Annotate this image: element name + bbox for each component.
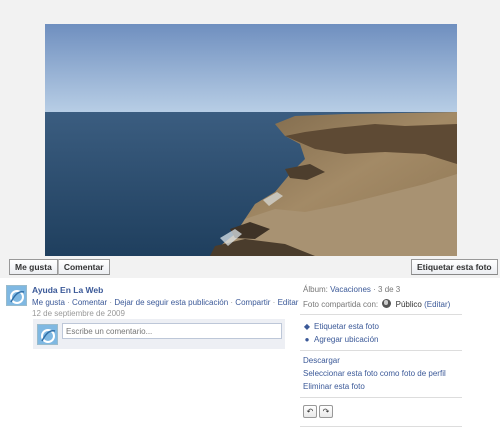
post-comment-link[interactable]: Comentar	[72, 298, 107, 307]
separator: ·	[67, 298, 70, 307]
divider	[300, 397, 462, 398]
author-avatar[interactable]	[6, 285, 27, 306]
like-button[interactable]: Me gusta	[9, 259, 58, 275]
album-line: Álbum: Vacaciones · 3 de 3	[303, 285, 463, 294]
avatar-logo-icon	[7, 286, 26, 305]
add-location-row[interactable]: ● Agregar ubicación	[303, 335, 463, 344]
download-row[interactable]: Descargar	[303, 356, 463, 365]
privacy-line: Foto compartida con: Público (Editar)	[303, 299, 463, 309]
delete-row[interactable]: Eliminar esta foto	[303, 382, 463, 391]
share-link[interactable]: Compartir	[235, 298, 270, 307]
rotate-controls: ↶ ↷	[303, 405, 333, 418]
divider	[300, 314, 462, 315]
post-like-link[interactable]: Me gusta	[32, 298, 65, 307]
download-link[interactable]: Descargar	[303, 356, 340, 365]
tag-photo-row[interactable]: ◆ Etiquetar esta foto	[303, 322, 463, 331]
album-label: Álbum:	[303, 285, 328, 294]
delete-photo-link[interactable]: Eliminar esta foto	[303, 382, 365, 391]
post-date: 12 de septiembre de 2009	[32, 309, 125, 318]
commenter-avatar	[37, 324, 58, 345]
album-link[interactable]: Vacaciones	[330, 285, 371, 294]
photo-image	[45, 24, 457, 256]
separator: ·	[272, 298, 276, 307]
tag-photo-button[interactable]: Etiquetar esta foto	[411, 259, 498, 275]
photo-stage: Me gusta Comentar Etiquetar esta foto	[0, 0, 500, 278]
add-location-link[interactable]: Agregar ubicación	[314, 335, 378, 344]
globe-icon	[382, 299, 392, 308]
shared-label: Foto compartida con:	[303, 300, 379, 309]
avatar-logo-icon	[38, 325, 57, 344]
rotate-right-button[interactable]: ↷	[319, 405, 333, 418]
album-separator: ·	[370, 285, 379, 294]
rotate-left-button[interactable]: ↶	[303, 405, 317, 418]
edit-link[interactable]: Editar	[278, 298, 299, 307]
divider	[300, 350, 462, 351]
comment-button[interactable]: Comentar	[57, 259, 110, 275]
album-count: 3 de 3	[378, 285, 401, 294]
tag-photo-link[interactable]: Etiquetar esta foto	[314, 322, 379, 331]
separator: ·	[230, 298, 234, 307]
photo[interactable]	[45, 24, 457, 256]
location-pin-icon: ●	[304, 335, 310, 344]
unfollow-post-link[interactable]: Dejar de seguir esta publicación	[114, 298, 228, 307]
separator: ·	[109, 298, 113, 307]
privacy-edit-link[interactable]: (Editar)	[424, 300, 450, 309]
tag-icon: ◆	[303, 322, 311, 331]
divider	[300, 426, 462, 427]
comment-input[interactable]	[62, 323, 282, 339]
set-profile-row[interactable]: Seleccionar esta foto como foto de perfi…	[303, 369, 473, 378]
photo-action-buttons: Me gusta Comentar	[9, 259, 110, 275]
set-profile-photo-link[interactable]: Seleccionar esta foto como foto de perfi…	[303, 369, 446, 378]
rotate-right-icon: ↷	[322, 407, 330, 416]
privacy-value: Público	[395, 300, 422, 309]
post-actions: Me gusta · Comentar · Dejar de seguir es…	[32, 298, 298, 307]
post-author[interactable]: Ayuda En La Web	[32, 285, 103, 295]
rotate-left-icon: ↶	[306, 407, 314, 416]
